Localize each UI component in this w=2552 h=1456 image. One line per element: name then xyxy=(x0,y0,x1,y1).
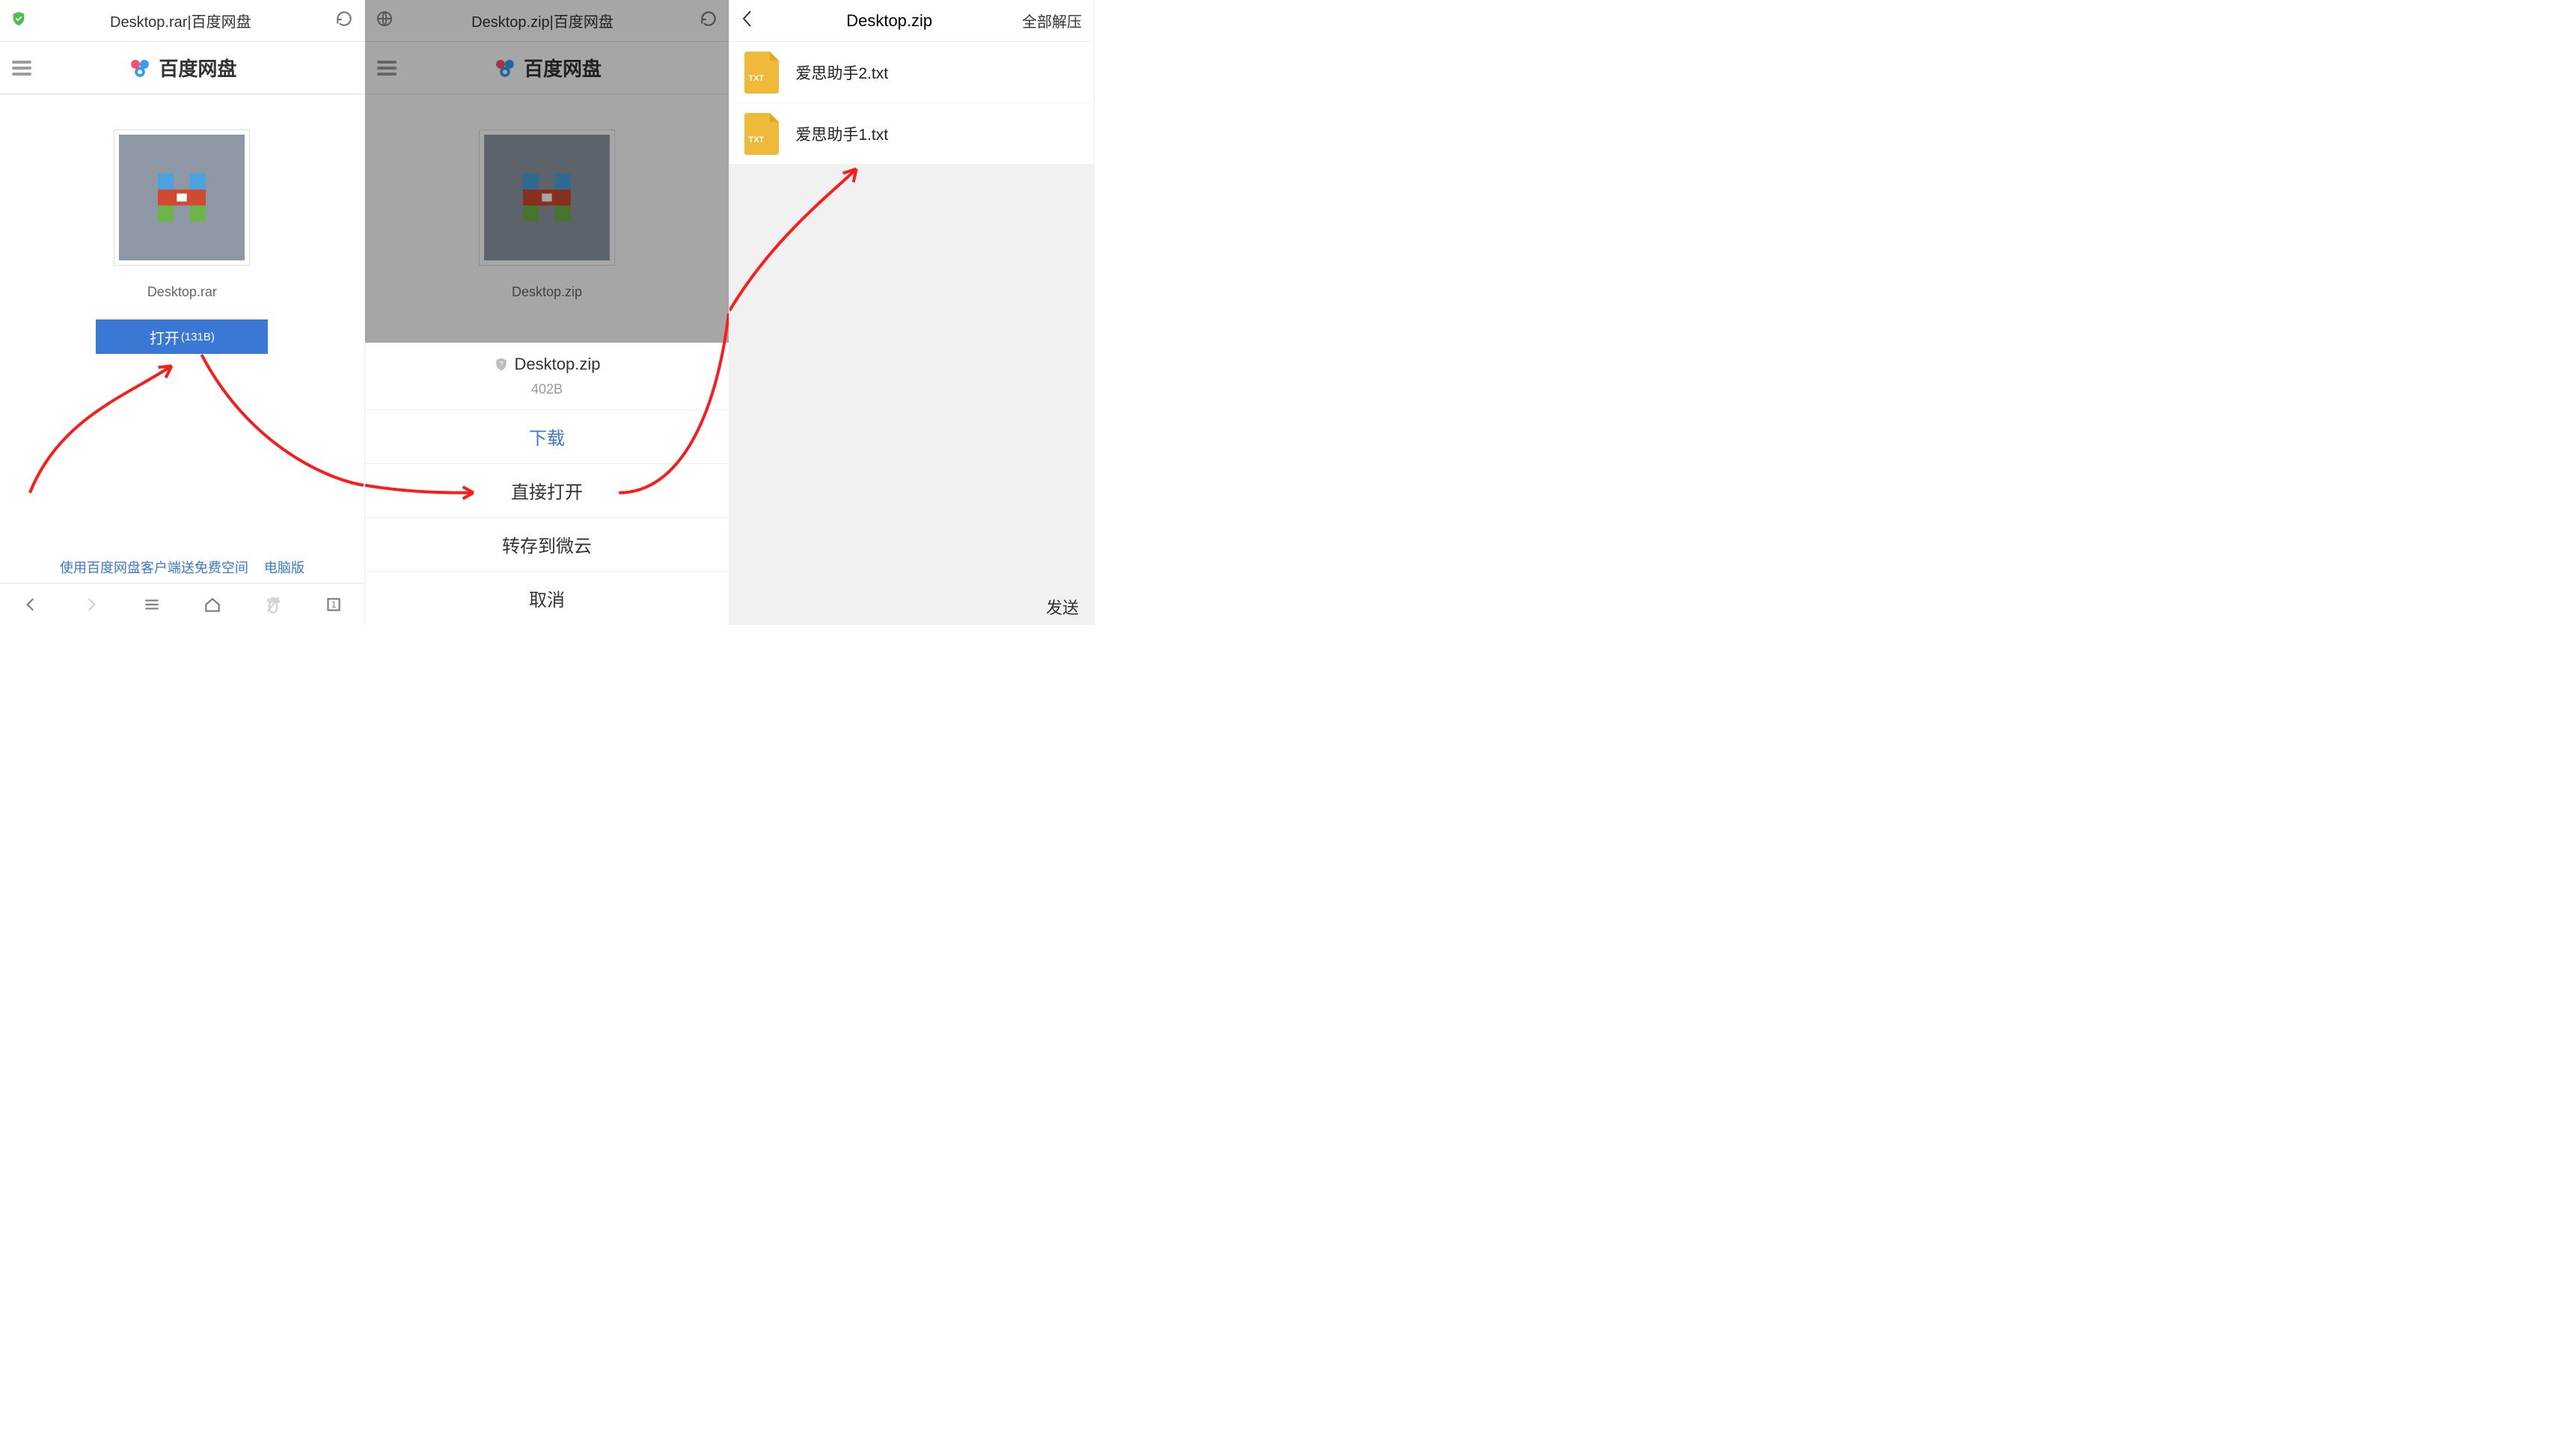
open-button[interactable]: 打开 (131B) xyxy=(96,319,268,354)
menu-icon[interactable] xyxy=(12,61,31,76)
footprint-icon[interactable] xyxy=(263,594,284,615)
file-item-name: 爱思助手2.txt xyxy=(795,61,888,84)
app-logo: 百度网盘 xyxy=(31,54,333,82)
app-logo: 百度网盘 xyxy=(397,54,698,82)
globe-icon xyxy=(376,10,394,31)
page-title[interactable]: Desktop.rar|百度网盘 xyxy=(34,10,327,31)
header-bar: Desktop.zip 全部解压 xyxy=(729,0,1094,42)
tab-count: 1 xyxy=(331,599,337,610)
svg-text:?: ? xyxy=(499,361,503,368)
footer-link-client[interactable]: 使用百度网盘客户端送免费空间 xyxy=(60,560,248,575)
sheet-title: Desktop.zip xyxy=(515,355,601,374)
app-header: 百度网盘 xyxy=(0,42,364,94)
send-button[interactable]: 发送 xyxy=(1046,595,1079,619)
menu-lines-icon[interactable] xyxy=(141,594,162,615)
option-cancel[interactable]: 取消 xyxy=(365,571,729,625)
open-button-label: 打开 xyxy=(150,326,180,348)
page-title[interactable]: Desktop.zip|百度网盘 xyxy=(394,10,692,31)
back-icon[interactable] xyxy=(741,10,756,31)
option-save-cloud[interactable]: 转存到微云 xyxy=(365,517,729,571)
txt-file-icon: TXT xyxy=(744,113,779,155)
shield-unknown-icon: ? xyxy=(494,356,509,373)
tabs-icon[interactable]: 1 xyxy=(323,594,344,615)
shield-icon xyxy=(10,10,34,31)
pane-baidu-zip-sheet: Desktop.zip|百度网盘 百度网盘 xyxy=(365,0,730,625)
app-name: 百度网盘 xyxy=(159,54,236,82)
file-name: Desktop.zip xyxy=(512,284,582,300)
url-bar: Desktop.rar|百度网盘 xyxy=(0,0,364,42)
reload-icon[interactable] xyxy=(327,9,354,32)
list-item[interactable]: TXT 爱思助手2.txt xyxy=(729,42,1094,103)
footer-link-pc[interactable]: 电脑版 xyxy=(264,560,305,575)
file-item-name: 爱思助手1.txt xyxy=(795,123,888,145)
file-name: Desktop.rar xyxy=(147,284,217,300)
pane-baidu-rar: Desktop.rar|百度网盘 百度网盘 xyxy=(0,0,365,625)
footer-links: 使用百度网盘客户端送免费空间 电脑版 xyxy=(0,557,364,577)
reload-icon[interactable] xyxy=(691,9,718,32)
archive-icon xyxy=(114,130,249,265)
txt-file-icon: TXT xyxy=(744,52,779,94)
home-icon[interactable] xyxy=(202,594,223,615)
list-item[interactable]: TXT 爱思助手1.txt xyxy=(729,103,1094,165)
extract-all-button[interactable]: 全部解压 xyxy=(1022,10,1082,31)
browser-toolbar: 1 xyxy=(0,583,364,625)
file-list: TXT 爱思助手2.txt TXT 爱思助手1.txt 发送 xyxy=(729,42,1094,625)
pane-archive-contents: Desktop.zip 全部解压 TXT 爱思助手2.txt TXT 爱思助手1… xyxy=(729,0,1095,625)
forward-icon[interactable] xyxy=(81,594,102,615)
dimmed-background: Desktop.zip|百度网盘 百度网盘 xyxy=(365,0,729,343)
sheet-size: 402B xyxy=(365,377,729,409)
action-sheet: ? Desktop.zip 402B 下载 直接打开 转存到微云 取消 xyxy=(365,343,729,625)
menu-icon[interactable] xyxy=(377,61,397,76)
archive-icon xyxy=(480,130,614,265)
open-button-size: (131B) xyxy=(181,331,215,343)
archive-title: Desktop.zip xyxy=(756,11,1022,31)
option-download[interactable]: 下载 xyxy=(365,409,729,463)
file-preview: Desktop.rar 打开 (131B) xyxy=(0,94,364,625)
option-open-direct[interactable]: 直接打开 xyxy=(365,463,729,517)
back-icon[interactable] xyxy=(20,594,41,615)
app-name: 百度网盘 xyxy=(524,54,602,82)
